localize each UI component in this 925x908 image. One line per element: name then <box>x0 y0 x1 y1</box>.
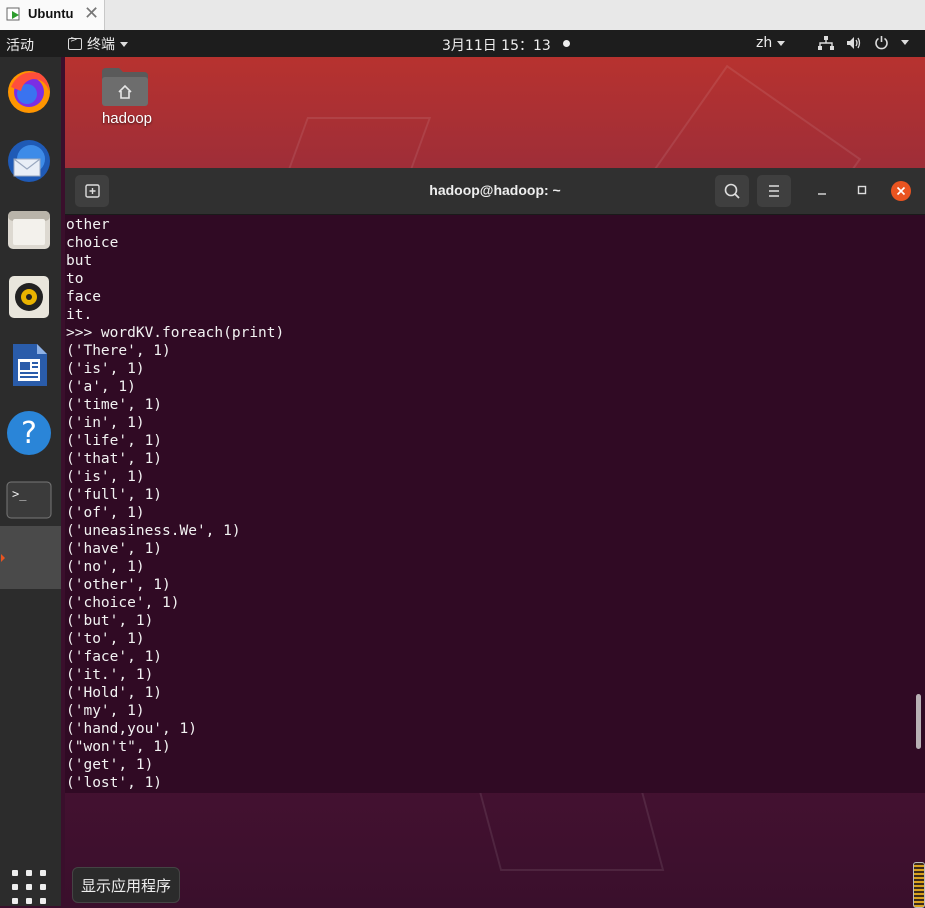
minimize-icon[interactable] <box>815 183 829 197</box>
terminal-line: ('time', 1) <box>66 397 163 413</box>
terminal-line: ('choice', 1) <box>66 595 180 611</box>
terminal-line: ('no', 1) <box>66 559 145 575</box>
input-method-label: zh <box>756 35 773 51</box>
status-widget <box>913 862 925 908</box>
terminal-line: ('uneasiness.We', 1) <box>66 523 241 539</box>
terminal-line: other <box>66 217 110 233</box>
home-folder-icon[interactable] <box>102 68 148 106</box>
terminal-line: ('is', 1) <box>66 361 145 377</box>
terminal-line: ('is', 1) <box>66 469 145 485</box>
close-icon <box>896 186 906 196</box>
thunderbird-icon[interactable] <box>5 137 53 185</box>
files-icon[interactable] <box>5 205 53 253</box>
terminal-line: it. <box>66 307 93 323</box>
dock-active-highlight <box>0 526 61 589</box>
power-icon <box>875 36 888 50</box>
app-menu-button[interactable]: 终端 <box>68 34 128 54</box>
clock[interactable]: 3月11日 15：13 <box>442 35 551 55</box>
chevron-down-icon <box>901 40 909 45</box>
terminal-output[interactable]: other choice but to face it. >>> wordKV.foreac… <box>65 215 925 793</box>
activities-button[interactable]: 活动 <box>6 35 34 55</box>
terminal-line: ('it.', 1) <box>66 667 154 683</box>
terminal-line: ('full', 1) <box>66 487 163 503</box>
terminal-line: ('life', 1) <box>66 433 163 449</box>
app-menu-label: 终端 <box>87 37 115 53</box>
hamburger-icon <box>769 185 779 197</box>
terminal-lines: other choice but to face it. >>> wordKV.foreac… <box>66 216 284 792</box>
terminal-scrollbar[interactable] <box>916 694 921 749</box>
top-bar: 活动 终端 3月11日 15：13 zh <box>0 30 925 57</box>
terminal-line: ('my', 1) <box>66 703 145 719</box>
terminal-line: ('other', 1) <box>66 577 171 593</box>
libreoffice-writer-icon[interactable] <box>5 341 53 389</box>
vm-tab-title: Ubuntu <box>28 6 74 21</box>
svg-text:>_: >_ <box>12 487 27 501</box>
terminal-line: ('to', 1) <box>66 631 145 647</box>
dock: ? >_ <box>0 57 61 906</box>
chevron-down-icon <box>120 41 128 47</box>
rhythmbox-icon[interactable] <box>5 273 53 321</box>
show-applications-button[interactable] <box>12 870 46 904</box>
terminal-line: face <box>66 289 101 305</box>
vm-icon <box>6 7 20 21</box>
network-icon <box>818 35 834 50</box>
terminal-line: ('have', 1) <box>66 541 163 557</box>
terminal-title: hadoop@hadoop: ~ <box>429 182 561 198</box>
terminal-headerbar[interactable]: hadoop@hadoop: ~ <box>65 168 925 215</box>
terminal-line: ('get', 1) <box>66 757 154 773</box>
terminal-line: ('Hold', 1) <box>66 685 163 701</box>
close-window-button[interactable] <box>891 181 911 201</box>
terminal-line: >>> wordKV.foreach(print) <box>66 325 285 341</box>
search-button[interactable] <box>715 175 749 207</box>
vm-tab-ubuntu[interactable]: Ubuntu ✕ <box>0 0 105 30</box>
terminal-line: but <box>66 253 93 269</box>
terminal-line: ('that', 1) <box>66 451 163 467</box>
terminal-line: ('in', 1) <box>66 415 145 431</box>
close-icon[interactable]: ✕ <box>84 3 99 24</box>
terminal-line: to <box>66 271 84 287</box>
terminal-line: ("won't", 1) <box>66 739 171 755</box>
terminal-line: ('a', 1) <box>66 379 136 395</box>
chevron-down-icon <box>777 40 786 46</box>
running-indicator <box>1 554 5 562</box>
notification-dot <box>563 40 570 47</box>
maximize-icon[interactable] <box>855 183 869 197</box>
help-icon[interactable]: ? <box>5 409 53 457</box>
terminal-line: ('face', 1) <box>66 649 163 665</box>
terminal-icon <box>68 35 82 50</box>
vm-tab-bar: Ubuntu ✕ <box>0 0 925 31</box>
system-status-menu[interactable] <box>818 35 909 50</box>
show-applications-tooltip: 显示应用程序 <box>72 867 181 903</box>
terminal-line: ('There', 1) <box>66 343 171 359</box>
svg-text:?: ? <box>21 416 37 451</box>
home-folder-label[interactable]: hadoop <box>96 110 158 127</box>
search-icon <box>724 183 740 199</box>
volume-icon <box>847 36 861 49</box>
terminal-line: ('but', 1) <box>66 613 154 629</box>
terminal-icon[interactable]: >_ <box>5 476 53 524</box>
menu-button[interactable] <box>757 175 791 207</box>
terminal-line: ('of', 1) <box>66 505 145 521</box>
firefox-icon[interactable] <box>5 67 53 115</box>
terminal-line: ('hand,you', 1) <box>66 721 197 737</box>
terminal-line: choice <box>66 235 119 251</box>
terminal-line: ('lost', 1) <box>66 775 163 791</box>
input-method-button[interactable]: zh <box>756 35 786 51</box>
